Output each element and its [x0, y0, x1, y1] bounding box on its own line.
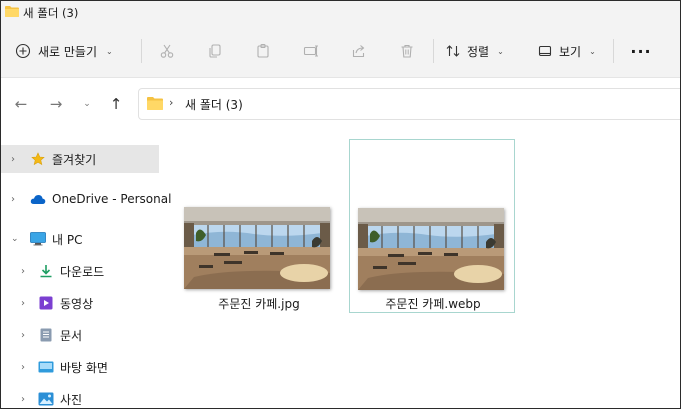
delete-button[interactable]	[395, 39, 419, 63]
navigation-pane: › 즐겨찾기 › OneDrive - Personal ⌄ 내 PC › 다운…	[1, 139, 171, 408]
onedrive-cloud-icon	[30, 191, 46, 207]
arrow-up-icon: ↑	[109, 95, 123, 113]
sort-button-label: 정렬	[467, 44, 490, 59]
sidebar-item-favorites[interactable]: › 즐겨찾기	[1, 145, 159, 173]
arrow-right-icon: →	[49, 95, 63, 113]
sidebar-item-label: 바탕 화면	[60, 360, 108, 375]
up-button[interactable]: ↑	[106, 94, 126, 114]
file-name: 주문진 카페.webp	[385, 297, 481, 311]
trash-icon	[401, 44, 413, 58]
recent-locations-button[interactable]: ⌄	[77, 94, 97, 114]
back-button[interactable]: ←	[11, 94, 31, 114]
file-item[interactable]: 주문진 카페.jpg	[176, 139, 342, 313]
command-bar: 새로 만들기 ⌄ 정렬 ⌄ 보기 ⌄ ···	[1, 25, 680, 78]
cut-button[interactable]	[155, 39, 179, 63]
more-dots-icon: ···	[630, 41, 652, 61]
chevron-down-icon: ⌄	[589, 46, 596, 56]
share-button[interactable]	[347, 39, 371, 63]
cafe-photo-thumbnail	[358, 208, 504, 290]
desktop-icon	[38, 359, 54, 375]
sidebar-item-documents[interactable]: › 문서	[1, 321, 159, 349]
paste-clipboard-icon	[257, 43, 269, 58]
sort-arrows-icon	[446, 45, 460, 57]
chevron-right-icon[interactable]: ›	[21, 394, 25, 405]
document-icon	[38, 327, 54, 343]
divider	[433, 39, 434, 63]
chevron-right-icon[interactable]: ›	[21, 266, 25, 277]
arrow-left-icon: ←	[14, 95, 28, 113]
plus-circle-icon	[15, 43, 31, 59]
sidebar-item-label: 내 PC	[52, 232, 83, 247]
divider	[141, 39, 142, 63]
divider	[613, 39, 614, 63]
sidebar-item-label: 동영상	[60, 296, 94, 311]
sidebar-item-label: 문서	[60, 328, 83, 343]
copy-button[interactable]	[203, 39, 227, 63]
window-title: 새 폴더 (3)	[23, 6, 79, 20]
sidebar-item-pictures[interactable]: › 사진	[1, 385, 159, 408]
scissors-icon	[160, 44, 174, 58]
navigation-bar: ← → ⌄ ↑ › 새 폴더 (3)	[1, 78, 680, 130]
sidebar-item-label: OneDrive - Personal	[52, 192, 172, 206]
breadcrumb-chevron-icon: ›	[169, 96, 174, 109]
file-name: 주문진 카페.jpg	[218, 297, 300, 311]
new-button-label: 새로 만들기	[38, 44, 98, 59]
image-thumbnail	[358, 208, 504, 290]
sidebar-item-desktop[interactable]: › 바탕 화면	[1, 353, 159, 381]
explorer-window: 새 폴더 (3) 새로 만들기 ⌄ 정렬 ⌄ 보기 ⌄ ··· ← → ⌄ ↑ …	[0, 0, 681, 409]
sort-button[interactable]: 정렬 ⌄	[445, 39, 504, 63]
cafe-photo-thumbnail	[184, 207, 330, 289]
view-button-label: 보기	[559, 44, 582, 59]
copy-icon	[209, 44, 221, 58]
star-icon	[30, 151, 46, 167]
chevron-right-icon[interactable]: ›	[21, 330, 25, 341]
sidebar-item-this-pc[interactable]: ⌄ 내 PC	[1, 225, 159, 253]
chevron-down-icon: ⌄	[497, 46, 504, 56]
paste-button[interactable]	[251, 39, 275, 63]
rename-button[interactable]	[299, 39, 323, 63]
forward-button[interactable]: →	[46, 94, 66, 114]
download-icon	[38, 263, 54, 279]
chevron-right-icon[interactable]: ›	[11, 194, 15, 205]
view-layout-icon	[538, 45, 552, 57]
new-button[interactable]: 새로 만들기 ⌄	[15, 39, 113, 63]
folder-icon	[147, 97, 163, 110]
video-icon	[38, 295, 54, 311]
pc-monitor-icon	[30, 231, 46, 247]
address-bar[interactable]: › 새 폴더 (3)	[138, 88, 680, 120]
chevron-right-icon[interactable]: ›	[21, 298, 25, 309]
sidebar-item-label: 즐겨찾기	[52, 152, 97, 167]
sidebar-item-label: 사진	[60, 392, 83, 407]
file-item-focused[interactable]: 주문진 카페.webp	[349, 139, 515, 313]
sidebar-item-label: 다운로드	[60, 264, 105, 279]
file-list: 주문진 카페.jpg 주문진 카페.webp	[159, 130, 680, 408]
chevron-right-icon[interactable]: ›	[11, 154, 15, 165]
chevron-down-icon: ⌄	[106, 46, 113, 56]
view-button[interactable]: 보기 ⌄	[537, 39, 596, 63]
sidebar-item-onedrive[interactable]: › OneDrive - Personal	[1, 185, 171, 213]
sidebar-item-downloads[interactable]: › 다운로드	[1, 257, 159, 285]
share-icon	[352, 45, 365, 58]
chevron-down-icon: ⌄	[83, 99, 91, 109]
title-bar: 새 폴더 (3)	[1, 1, 680, 25]
chevron-down-icon[interactable]: ⌄	[11, 234, 19, 244]
folder-icon	[5, 6, 19, 17]
chevron-right-icon[interactable]: ›	[21, 362, 25, 373]
rename-icon	[303, 45, 318, 57]
breadcrumb-current[interactable]: 새 폴더 (3)	[185, 96, 243, 113]
sidebar-item-videos[interactable]: › 동영상	[1, 289, 159, 317]
pictures-icon	[38, 391, 54, 407]
more-options-button[interactable]: ···	[627, 39, 655, 63]
image-thumbnail	[184, 207, 330, 289]
